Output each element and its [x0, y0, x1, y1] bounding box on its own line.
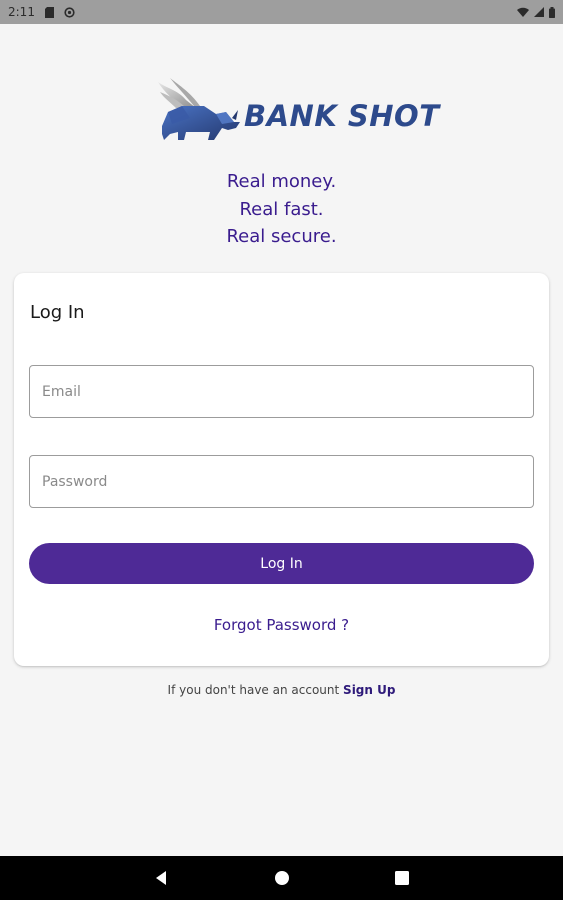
- signup-prompt-text: If you don't have an account: [167, 683, 340, 697]
- logo-text: BANK SHOT: [244, 99, 440, 133]
- login-button[interactable]: Log In: [29, 543, 534, 584]
- home-icon[interactable]: [272, 868, 292, 888]
- status-bar: 2:11: [0, 0, 563, 24]
- signup-link[interactable]: Sign Up: [343, 683, 395, 697]
- recents-icon[interactable]: [392, 868, 412, 888]
- tagline-line: Real money.: [226, 171, 337, 192]
- wifi-icon: [517, 7, 529, 17]
- email-field-wrapper: [29, 365, 534, 418]
- winged-rhino-logo-icon: [156, 78, 242, 144]
- tagline: Real money. Real fast. Real secure.: [0, 168, 563, 251]
- sync-icon: [64, 6, 75, 18]
- battery-icon: [549, 6, 555, 18]
- email-field[interactable]: [30, 366, 533, 417]
- signup-prompt: If you don't have an account Sign Up: [0, 683, 563, 697]
- navigation-bar: [0, 856, 563, 900]
- signal-icon: [534, 7, 544, 17]
- tagline-line: Real fast.: [239, 198, 324, 220]
- back-icon[interactable]: [151, 868, 171, 888]
- login-card: Log In Log In Forgot Password ?: [14, 273, 549, 666]
- login-card-title: Log In: [30, 302, 85, 323]
- app-logo: BANK SHOT: [156, 76, 439, 146]
- tagline-line: Real secure.: [226, 226, 337, 247]
- sd-card-icon: [44, 6, 54, 18]
- password-field[interactable]: [30, 456, 533, 507]
- forgot-password-link[interactable]: Forgot Password ?: [14, 616, 549, 634]
- status-time: 2:11: [8, 5, 35, 19]
- password-field-wrapper: [29, 455, 534, 508]
